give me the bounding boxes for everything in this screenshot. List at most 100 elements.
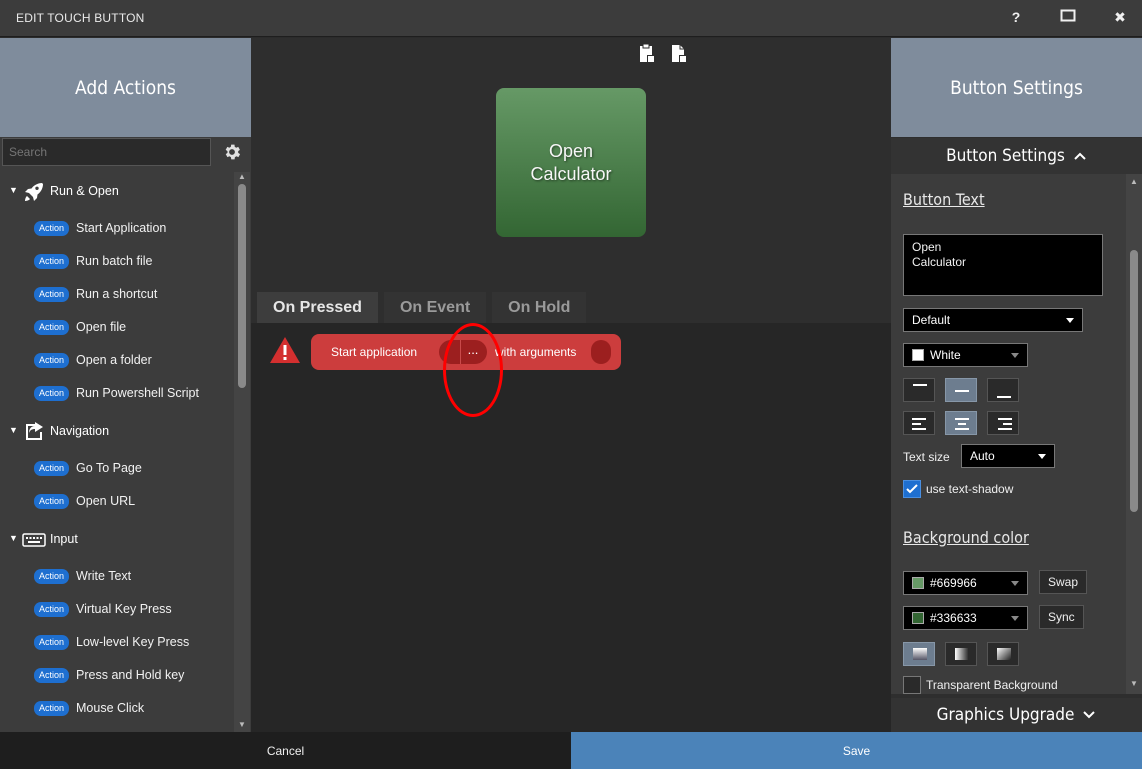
align-middle-button[interactable] (945, 378, 977, 402)
scroll-thumb[interactable] (1130, 250, 1138, 512)
text-color-select[interactable]: White (903, 343, 1028, 367)
action-item-mouse-click[interactable]: Action Mouse Click (34, 698, 144, 718)
chevron-up-icon (1074, 152, 1086, 160)
action-badge: Action (34, 667, 70, 683)
chevron-down-icon (1011, 581, 1019, 586)
arguments-field[interactable] (591, 340, 611, 364)
highlight-circle (443, 323, 503, 417)
action-item-open-folder[interactable]: Action Open a folder (34, 350, 152, 370)
button-preview[interactable]: Open Calculator (496, 88, 646, 237)
gear-icon[interactable] (222, 142, 242, 162)
background-color2-select[interactable]: #336633 (903, 606, 1028, 630)
color-swatch (912, 612, 924, 624)
help-button[interactable]: ? (1006, 9, 1026, 25)
font-select[interactable]: Default (903, 308, 1083, 332)
action-item-open-file[interactable]: Action Open file (34, 317, 126, 337)
text-size-select[interactable]: Auto (961, 444, 1055, 468)
button-text-input[interactable]: Open Calculator (903, 234, 1103, 296)
paste-settings-icon[interactable] (637, 43, 657, 65)
transparent-background-label: Transparent Background (926, 678, 1058, 692)
category-label: Input (50, 532, 78, 546)
tab-on-event[interactable]: On Event (383, 292, 487, 323)
align-center-button[interactable] (945, 411, 977, 435)
rocket-icon (25, 183, 43, 201)
preview-area: Open Calculator On Pressed On Event On H… (251, 38, 891, 323)
scroll-thumb[interactable] (238, 184, 246, 388)
action-badge: Action (34, 460, 70, 476)
action-item-run-powershell[interactable]: Action Run Powershell Script (34, 383, 199, 403)
tab-on-hold[interactable]: On Hold (492, 292, 587, 323)
arguments-label: with arguments (495, 345, 577, 359)
button-text-title: Button Text (903, 190, 985, 209)
action-badge: Action (34, 568, 70, 584)
save-button[interactable]: Save (571, 732, 1142, 769)
action-item-run-batch-file[interactable]: Action Run batch file (34, 251, 152, 271)
transparent-background-checkbox[interactable] (903, 676, 921, 694)
background-color-title: Background color (903, 528, 1029, 547)
keyboard-icon (22, 533, 46, 547)
add-actions-header: Add Actions (0, 38, 251, 137)
sync-button[interactable]: Sync (1039, 605, 1084, 629)
expand-triangle-icon[interactable]: ▼ (9, 533, 18, 543)
button-settings-header: Button Settings (891, 38, 1142, 137)
action-badge: Action (34, 634, 70, 650)
expand-triangle-icon[interactable]: ▼ (9, 425, 18, 435)
action-item-virtual-key-press[interactable]: Action Virtual Key Press (34, 599, 172, 619)
gradient-diagonal-button[interactable] (987, 642, 1019, 666)
action-item-go-to-page[interactable]: Action Go To Page (34, 458, 142, 478)
settings-scrollbar[interactable]: ▲ ▼ (1126, 174, 1142, 694)
maximize-button[interactable] (1058, 8, 1078, 25)
event-tabs: On Pressed On Event On Hold (257, 292, 592, 323)
graphics-upgrade-toggle[interactable]: Graphics Upgrade (891, 698, 1142, 732)
actions-tree: ▼ Run & Open Action Start Application Act… (0, 172, 234, 732)
align-bottom-button[interactable] (987, 378, 1019, 402)
cancel-button[interactable]: Cancel (0, 732, 571, 769)
scroll-up-icon[interactable]: ▲ (238, 172, 246, 181)
text-size-label: Text size (903, 450, 950, 464)
action-item-run-shortcut[interactable]: Action Run a shortcut (34, 284, 157, 304)
button-settings-panel: Button Settings Button Settings Button T… (891, 38, 1142, 732)
window-title: EDIT TOUCH BUTTON (16, 11, 145, 25)
align-top-button[interactable] (903, 378, 935, 402)
action-item-start-application[interactable]: Action Start Application (34, 218, 166, 238)
text-shadow-checkbox[interactable] (903, 480, 921, 498)
close-button[interactable]: ✖ (1110, 9, 1130, 26)
action-item-press-hold-key[interactable]: Action Press and Hold key (34, 665, 184, 685)
action-badge: Action (34, 220, 70, 236)
gradient-horizontal-button[interactable] (945, 642, 977, 666)
search-input[interactable] (2, 138, 211, 166)
chevron-down-icon (1038, 454, 1046, 459)
action-badge: Action (34, 253, 70, 269)
text-shadow-label: use text-shadow (926, 482, 1014, 496)
chevron-down-icon (1011, 616, 1019, 621)
category-label: Run & Open (50, 184, 119, 198)
button-settings-toggle[interactable]: Button Settings (891, 138, 1142, 174)
tab-on-pressed[interactable]: On Pressed (257, 292, 378, 323)
color-swatch (912, 349, 924, 361)
action-badge: Action (34, 352, 70, 368)
settings-body: Button Text Open Calculator Default Whit… (891, 174, 1126, 694)
scroll-up-icon[interactable]: ▲ (1130, 177, 1138, 186)
actions-scrollbar[interactable]: ▲ ▼ (234, 172, 250, 732)
scroll-down-icon[interactable]: ▼ (1130, 679, 1138, 688)
action-item-open-url[interactable]: Action Open URL (34, 491, 135, 511)
action-badge: Action (34, 700, 70, 716)
swap-button[interactable]: Swap (1039, 570, 1088, 594)
gradient-vertical-button[interactable] (903, 642, 935, 666)
copy-settings-icon[interactable] (669, 43, 689, 65)
scroll-down-icon[interactable]: ▼ (238, 720, 246, 729)
action-list: Start application ... with arguments (251, 323, 891, 732)
chevron-down-icon (1083, 711, 1096, 719)
action-item-low-level-key-press[interactable]: Action Low-level Key Press (34, 632, 189, 652)
align-left-button[interactable] (903, 411, 935, 435)
action-item-write-text[interactable]: Action Write Text (34, 566, 131, 586)
action-badge: Action (34, 286, 70, 302)
align-right-button[interactable] (987, 411, 1019, 435)
add-actions-panel: Add Actions ▼ Run & Open ActionStart App… (0, 38, 251, 732)
background-color1-select[interactable]: #669966 (903, 571, 1028, 595)
navigate-icon (26, 422, 43, 440)
warning-icon (270, 337, 300, 363)
action-badge: Action (34, 493, 70, 509)
chevron-down-icon (1011, 353, 1019, 358)
expand-triangle-icon[interactable]: ▼ (9, 185, 18, 195)
